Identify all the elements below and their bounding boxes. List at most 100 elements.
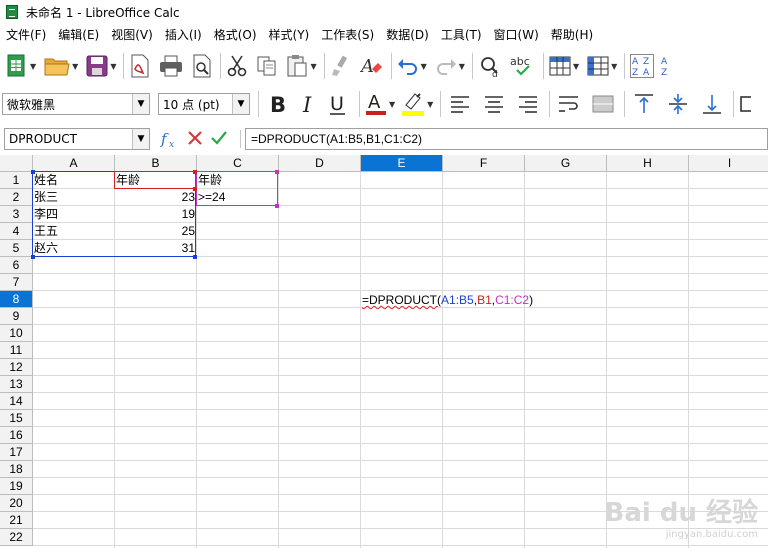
column-button[interactable]: ▼: [587, 51, 617, 81]
new-button[interactable]: ▼: [6, 51, 36, 81]
menu-data[interactable]: 数据(D): [380, 24, 435, 46]
cell-c2[interactable]: >=24: [197, 189, 279, 206]
range-handle[interactable]: [193, 187, 197, 191]
clear-formatting-button[interactable]: A: [360, 51, 384, 81]
align-middle-button[interactable]: [664, 89, 692, 119]
function-wizard-button[interactable]: fx: [160, 129, 180, 152]
menu-edit[interactable]: 编辑(E): [52, 24, 105, 46]
merge-cells-button[interactable]: [589, 89, 617, 119]
find-replace-button[interactable]: d: [478, 51, 502, 81]
row-header-16[interactable]: 16: [0, 427, 33, 444]
cell-b4[interactable]: 25: [115, 223, 197, 240]
row-header-19[interactable]: 19: [0, 478, 33, 495]
chevron-down-icon[interactable]: ▼: [72, 62, 78, 71]
menu-file[interactable]: 文件(F): [0, 24, 52, 46]
row-header-13[interactable]: 13: [0, 376, 33, 393]
chevron-down-icon[interactable]: ▼: [110, 62, 116, 71]
chevron-down-icon[interactable]: ▼: [389, 100, 395, 109]
row-header-9[interactable]: 9: [0, 308, 33, 325]
select-all-corner[interactable]: [0, 155, 33, 172]
align-left-button[interactable]: [446, 89, 474, 119]
font-size-combo[interactable]: 10 点 (pt) ▼: [158, 93, 250, 115]
cell-a5[interactable]: 赵六: [33, 240, 115, 257]
redo-button[interactable]: ▼: [435, 51, 465, 81]
row-header-18[interactable]: 18: [0, 461, 33, 478]
chevron-down-icon[interactable]: ▼: [232, 94, 249, 114]
name-box[interactable]: DPRODUCT ▼: [4, 128, 150, 150]
print-button[interactable]: [159, 51, 183, 81]
copy-button[interactable]: [256, 51, 278, 81]
column-header-g[interactable]: G: [525, 155, 607, 172]
row-header-1[interactable]: 1: [0, 172, 33, 189]
chevron-down-icon[interactable]: ▼: [611, 62, 617, 71]
range-handle[interactable]: [31, 255, 35, 259]
cell-c1[interactable]: 年龄: [197, 172, 279, 189]
row-header-21[interactable]: 21: [0, 512, 33, 529]
menu-insert[interactable]: 插入(I): [159, 24, 208, 46]
bold-button[interactable]: B: [264, 89, 292, 119]
row-header-12[interactable]: 12: [0, 359, 33, 376]
spelling-button[interactable]: abc: [510, 51, 536, 81]
column-header-b[interactable]: B: [115, 155, 197, 172]
row-header-15[interactable]: 15: [0, 410, 33, 427]
highlight-color-button[interactable]: ▼: [401, 89, 433, 119]
cell-a1[interactable]: 姓名: [33, 172, 115, 189]
row-header-2[interactable]: 2: [0, 189, 33, 206]
open-button[interactable]: ▼: [44, 51, 78, 81]
menu-window[interactable]: 窗口(W): [488, 24, 545, 46]
column-header-d[interactable]: D: [279, 155, 361, 172]
chevron-down-icon[interactable]: ▼: [30, 62, 36, 71]
chevron-down-icon[interactable]: ▼: [132, 129, 149, 149]
chevron-down-icon[interactable]: ▼: [132, 94, 149, 114]
sort-button[interactable]: AZZA: [630, 51, 655, 81]
cell-a2[interactable]: 张三: [33, 189, 115, 206]
menu-format[interactable]: 格式(O): [208, 24, 263, 46]
cell-a4[interactable]: 王五: [33, 223, 115, 240]
range-handle[interactable]: [193, 170, 197, 174]
more-options-button[interactable]: [739, 89, 752, 119]
row-header-11[interactable]: 11: [0, 342, 33, 359]
row-header-4[interactable]: 4: [0, 223, 33, 240]
print-preview-button[interactable]: [191, 51, 213, 81]
wrap-text-button[interactable]: [555, 89, 583, 119]
italic-button[interactable]: I: [294, 89, 322, 119]
chevron-down-icon[interactable]: ▼: [573, 62, 579, 71]
sort-ascending-button[interactable]: AZ: [660, 51, 674, 81]
menu-tools[interactable]: 工具(T): [435, 24, 488, 46]
column-header-i[interactable]: I: [689, 155, 768, 172]
underline-button[interactable]: U: [324, 89, 352, 119]
column-header-a[interactable]: A: [33, 155, 115, 172]
chevron-down-icon[interactable]: ▼: [427, 100, 433, 109]
spreadsheet-grid[interactable]: A B C D E F G H I 1 2 3 4 5 6 7 8 9 10 1…: [0, 155, 768, 548]
range-handle[interactable]: [193, 255, 197, 259]
font-name-combo[interactable]: 微软雅黑 ▼: [2, 93, 150, 115]
export-pdf-button[interactable]: [129, 51, 151, 81]
row-header-3[interactable]: 3: [0, 206, 33, 223]
align-top-button[interactable]: [630, 89, 658, 119]
cell-b5[interactable]: 31: [115, 240, 197, 257]
column-header-f[interactable]: F: [443, 155, 525, 172]
menu-sheet[interactable]: 工作表(S): [315, 24, 380, 46]
chevron-down-icon[interactable]: ▼: [459, 62, 465, 71]
row-header-14[interactable]: 14: [0, 393, 33, 410]
menu-help[interactable]: 帮助(H): [545, 24, 599, 46]
cell-a3[interactable]: 李四: [33, 206, 115, 223]
row-header-5[interactable]: 5: [0, 240, 33, 257]
column-header-e[interactable]: E: [361, 155, 443, 172]
accept-button[interactable]: [210, 129, 228, 150]
row-header-6[interactable]: 6: [0, 257, 33, 274]
column-header-c[interactable]: C: [197, 155, 279, 172]
menu-view[interactable]: 视图(V): [105, 24, 159, 46]
save-button[interactable]: ▼: [86, 51, 116, 81]
paste-button[interactable]: ▼: [286, 51, 317, 81]
row-header-20[interactable]: 20: [0, 495, 33, 512]
column-header-h[interactable]: H: [607, 155, 689, 172]
cancel-button[interactable]: [186, 129, 204, 150]
range-handle[interactable]: [31, 170, 35, 174]
align-bottom-button[interactable]: [698, 89, 726, 119]
row-button[interactable]: ▼: [549, 51, 579, 81]
row-header-8[interactable]: 8: [0, 291, 33, 308]
chevron-down-icon[interactable]: ▼: [310, 62, 316, 71]
menu-styles[interactable]: 样式(Y): [263, 24, 316, 46]
undo-button[interactable]: ▼: [397, 51, 427, 81]
